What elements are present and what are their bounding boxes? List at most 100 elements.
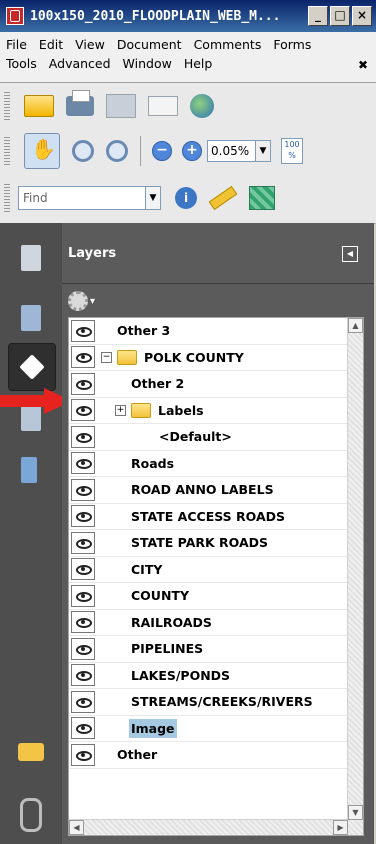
pages-panel-icon[interactable] xyxy=(8,235,54,281)
visibility-eye-icon[interactable] xyxy=(71,717,95,740)
visibility-eye-icon[interactable] xyxy=(71,452,95,475)
layers-list: Other 3 − POLK COUNTY Other 2 + Labels <Defaul… xyxy=(69,318,348,769)
visibility-eye-icon[interactable] xyxy=(71,690,95,713)
find-dropdown-icon[interactable]: ▼ xyxy=(146,186,161,210)
minimize-button[interactable]: _ xyxy=(308,6,328,26)
maximize-button[interactable]: □ xyxy=(330,6,350,26)
menu-edit[interactable]: Edit xyxy=(39,37,63,52)
measure-ruler-icon[interactable] xyxy=(208,185,238,211)
menu-bar: File Edit View Document Comments Forms T… xyxy=(0,32,376,83)
collaborate-globe-icon[interactable] xyxy=(190,93,214,118)
visibility-eye-icon[interactable] xyxy=(71,743,95,766)
layer-row[interactable]: RAILROADS xyxy=(69,610,348,636)
horizontal-scrollbar[interactable]: ◀ ▶ xyxy=(69,819,348,835)
open-folder-icon[interactable] xyxy=(24,94,54,117)
visibility-eye-icon[interactable] xyxy=(71,319,95,342)
layer-name: Roads xyxy=(131,455,175,471)
layer-row[interactable]: <Default> xyxy=(69,424,348,451)
bookmarks-panel-icon[interactable] xyxy=(8,295,54,341)
visibility-eye-icon[interactable] xyxy=(71,584,95,607)
layer-row[interactable]: STREAMS/CREEKS/RIVERS xyxy=(69,689,348,716)
menu-file[interactable]: File xyxy=(6,37,27,52)
toolbar-grip[interactable] xyxy=(4,91,10,120)
layer-row[interactable]: Image xyxy=(69,716,348,742)
model-tree-panel-icon[interactable] xyxy=(8,447,54,493)
marquee-zoom-icon[interactable] xyxy=(72,139,94,162)
zoom-in-icon[interactable]: + xyxy=(182,140,202,161)
visibility-eye-icon[interactable] xyxy=(71,505,95,528)
hand-tool-icon[interactable] xyxy=(24,132,60,169)
options-gear-icon[interactable] xyxy=(68,291,88,311)
document-close-icon[interactable]: ✖ xyxy=(358,58,368,72)
geospatial-location-icon[interactable] xyxy=(249,186,275,210)
menu-view[interactable]: View xyxy=(75,37,105,52)
visibility-eye-icon[interactable] xyxy=(71,611,95,634)
visibility-eye-icon[interactable] xyxy=(71,478,95,501)
expand-icon[interactable]: + xyxy=(115,404,126,416)
layers-tree: Other 3 − POLK COUNTY Other 2 + Labels <Defaul… xyxy=(68,317,364,836)
window-title: 100x150_2010_FLOODPLAIN_WEB_M... xyxy=(30,8,281,24)
zoom-dropdown-icon[interactable]: ▼ xyxy=(256,139,271,162)
layer-row[interactable]: STATE PARK ROADS xyxy=(69,530,348,557)
layer-row[interactable]: − POLK COUNTY xyxy=(69,345,348,371)
find-input[interactable]: Find xyxy=(18,186,146,210)
collapse-icon[interactable]: − xyxy=(101,351,112,363)
visibility-eye-icon[interactable] xyxy=(71,637,95,660)
vertical-scrollbar[interactable]: ▲ ▼ xyxy=(347,318,363,835)
layer-row[interactable]: STATE ACCESS ROADS xyxy=(69,504,348,530)
navigation-pane-tabs xyxy=(0,223,62,844)
visibility-eye-icon[interactable] xyxy=(71,531,95,554)
layer-row[interactable]: LAKES/PONDS xyxy=(69,663,348,689)
visibility-eye-icon[interactable] xyxy=(71,399,95,422)
layer-row[interactable]: + Labels xyxy=(69,398,348,424)
comments-icon[interactable] xyxy=(18,743,44,761)
menu-window[interactable]: Window xyxy=(123,56,172,71)
zoom-out-icon[interactable]: − xyxy=(152,140,172,161)
print-icon[interactable] xyxy=(66,89,94,116)
acrobat-app-icon xyxy=(6,7,24,25)
layer-row[interactable]: COUNTY xyxy=(69,583,348,610)
layer-name: POLK COUNTY xyxy=(144,349,244,365)
panel-title: Layers xyxy=(68,245,117,261)
visibility-eye-icon[interactable] xyxy=(71,664,95,687)
layer-row[interactable]: Other xyxy=(69,742,348,769)
zoom-tool-icon[interactable] xyxy=(106,139,128,162)
toolbar-separator xyxy=(140,135,141,166)
menu-comments[interactable]: Comments xyxy=(194,37,262,52)
visibility-eye-icon[interactable] xyxy=(71,558,95,581)
menu-forms[interactable]: Forms xyxy=(273,37,311,52)
scroll-up-icon[interactable]: ▲ xyxy=(348,318,363,333)
visibility-eye-icon[interactable] xyxy=(71,346,95,369)
scroll-left-icon[interactable]: ◀ xyxy=(69,820,84,835)
layer-name: Other 2 xyxy=(131,376,185,392)
layer-name: ROAD ANNO LABELS xyxy=(131,482,274,498)
object-info-icon[interactable]: i xyxy=(175,187,197,209)
save-icon[interactable] xyxy=(106,93,136,118)
layer-row[interactable]: Other 2 xyxy=(69,371,348,398)
layer-row[interactable]: CITY xyxy=(69,557,348,583)
toolbar-grip[interactable] xyxy=(4,184,10,212)
scroll-right-icon[interactable]: ▶ xyxy=(333,820,348,835)
close-button[interactable]: × xyxy=(352,6,372,26)
toolbar-grip[interactable] xyxy=(4,136,10,165)
layer-row[interactable]: ROAD ANNO LABELS xyxy=(69,477,348,504)
menu-document[interactable]: Document xyxy=(117,37,182,52)
email-icon[interactable] xyxy=(148,95,178,116)
scroll-down-icon[interactable]: ▼ xyxy=(348,805,363,820)
options-caret-icon[interactable]: ▾ xyxy=(90,296,95,307)
menu-help[interactable]: Help xyxy=(184,56,213,71)
menu-tools[interactable]: Tools xyxy=(6,56,37,71)
layers-panel-icon[interactable] xyxy=(8,343,56,391)
visibility-eye-icon[interactable] xyxy=(71,425,95,448)
layer-name: Other xyxy=(117,747,158,763)
attachments-paperclip-icon[interactable] xyxy=(20,798,42,832)
visibility-eye-icon[interactable] xyxy=(71,372,95,395)
layer-row[interactable]: PIPELINES xyxy=(69,636,348,663)
layer-row[interactable]: Roads xyxy=(69,451,348,477)
layer-row[interactable]: Other 3 xyxy=(69,318,348,345)
zoom-level-field[interactable]: 0.05% xyxy=(207,139,256,162)
actual-size-icon[interactable]: 100 % xyxy=(281,137,303,164)
layer-name: LAKES/PONDS xyxy=(131,667,231,683)
menu-advanced[interactable]: Advanced xyxy=(49,56,111,71)
collapse-panel-icon[interactable]: ◀ xyxy=(342,246,358,262)
